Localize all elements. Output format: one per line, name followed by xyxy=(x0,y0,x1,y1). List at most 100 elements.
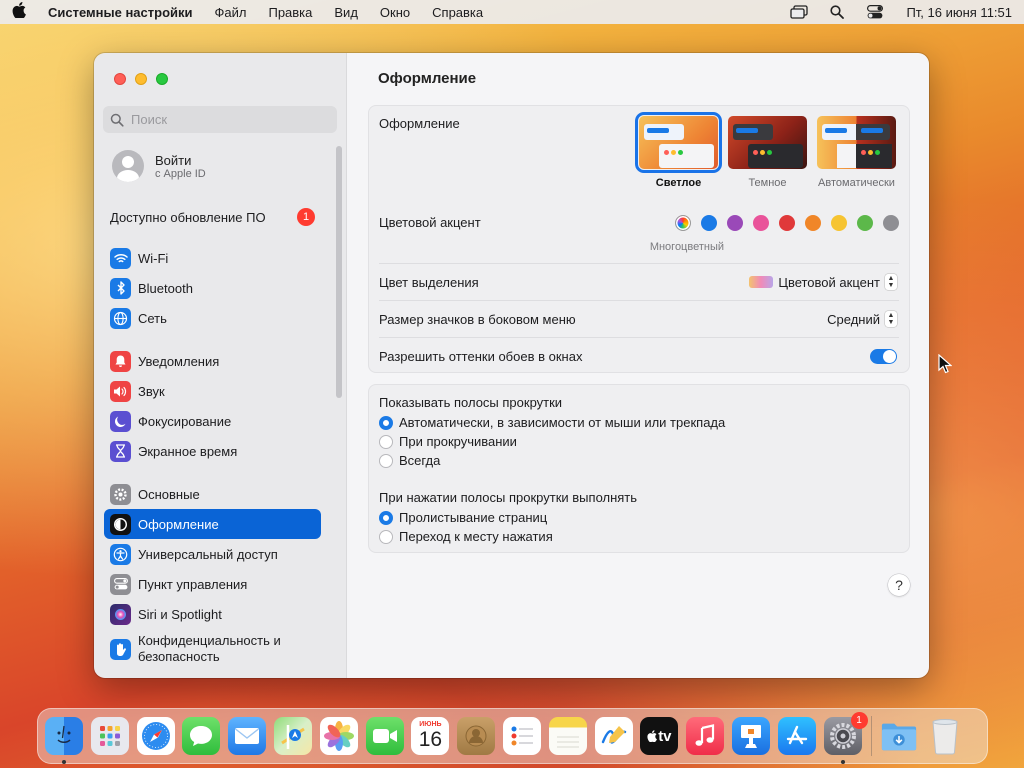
dock-app-store[interactable] xyxy=(777,717,816,755)
window-controls xyxy=(114,73,177,85)
dock-downloads-folder[interactable] xyxy=(880,717,918,755)
app-store-icon xyxy=(786,725,807,745)
scrollbars-option-always[interactable]: Всегда xyxy=(379,451,899,470)
dock-contacts[interactable] xyxy=(457,717,496,755)
dock-photos[interactable] xyxy=(319,717,358,755)
screen-mirroring-icon[interactable] xyxy=(790,5,809,19)
wifi-icon xyxy=(110,247,131,269)
sidebar-item-notifications[interactable]: Уведомления xyxy=(104,346,321,376)
dock-music[interactable] xyxy=(686,717,725,755)
scrollbars-option-auto[interactable]: Автоматически, в зависимости от мыши или… xyxy=(379,413,899,432)
appearance-options: Светлое Темное Автоматически xyxy=(632,112,899,189)
dock-freeform[interactable] xyxy=(594,717,633,755)
menu-view[interactable]: Вид xyxy=(334,5,358,20)
mail-icon xyxy=(235,728,260,744)
appearance-icon xyxy=(110,513,131,535)
scrollbars-option-scrolling[interactable]: При прокручивании xyxy=(379,432,899,451)
accent-yellow[interactable] xyxy=(831,215,847,231)
sidebar-item-accessibility[interactable]: Универсальный доступ xyxy=(104,539,321,569)
dock-reminders[interactable] xyxy=(502,717,541,755)
sidebar-item-general[interactable]: Основные xyxy=(104,479,321,509)
menu-help[interactable]: Справка xyxy=(432,5,483,20)
dock-keynote[interactable] xyxy=(731,717,770,755)
sidebar-item-appearance[interactable]: Оформление xyxy=(104,509,321,539)
update-badge: 1 xyxy=(297,208,315,226)
sidebar-item-control-center[interactable]: Пункт управления xyxy=(104,569,321,599)
click-option-jump[interactable]: Переход к месту нажатия xyxy=(379,527,899,546)
accent-multicolor[interactable] xyxy=(675,215,691,231)
dock-finder[interactable] xyxy=(45,717,83,764)
dock-trash[interactable] xyxy=(926,717,964,755)
dock-system-settings[interactable]: 1 xyxy=(823,712,868,764)
keynote-icon xyxy=(740,725,761,748)
menubar-clock[interactable]: Пт, 16 июня 11:51 xyxy=(906,5,1012,20)
auto-thumbnail xyxy=(817,116,896,169)
minimize-button[interactable] xyxy=(135,73,147,85)
menu-file[interactable]: Файл xyxy=(215,5,247,20)
apple-id-signin[interactable]: Войти с Apple ID xyxy=(112,150,206,182)
sidebar-item-focus[interactable]: Фокусирование xyxy=(104,406,321,436)
highlight-color-popup[interactable]: Цветовой акцент ▲ ▼ xyxy=(749,274,897,290)
radio-unselected xyxy=(379,453,393,468)
search-icon xyxy=(110,113,124,127)
light-option-label: Светлое xyxy=(655,177,702,189)
sidebar-item-privacy[interactable]: Конфиденциальность и безопасность xyxy=(104,629,321,669)
divider xyxy=(379,300,899,301)
sidebar-item-bluetooth[interactable]: Bluetooth xyxy=(104,273,321,303)
accent-green[interactable] xyxy=(857,215,873,231)
avatar xyxy=(112,150,144,182)
accent-pink[interactable] xyxy=(753,215,769,231)
updown-chevron-icon: ▲ ▼ xyxy=(885,274,897,290)
menu-edit[interactable]: Правка xyxy=(268,5,312,20)
close-button[interactable] xyxy=(114,73,126,85)
nav-group-network: Wi-Fi Bluetooth Сеть xyxy=(104,243,321,333)
click-option-next-page[interactable]: Пролистывание страниц xyxy=(379,508,899,527)
icon-size-popup[interactable]: Средний ▲ ▼ xyxy=(827,311,897,327)
software-update-item[interactable]: Доступно обновление ПО 1 xyxy=(110,208,315,226)
finder-icon xyxy=(57,725,71,743)
highlight-value: Цветовой акцент xyxy=(778,274,880,290)
dock-tv[interactable]: tv xyxy=(640,717,679,755)
appearance-option-dark[interactable]: Темное xyxy=(725,116,810,189)
accent-color-picker xyxy=(665,215,899,231)
appearance-option-auto[interactable]: Автоматически xyxy=(814,116,899,189)
sidebar-item-sound[interactable]: Звук xyxy=(104,376,321,406)
sidebar-item-wifi[interactable]: Wi-Fi xyxy=(104,243,321,273)
wallpaper-tint-toggle[interactable] xyxy=(870,349,897,364)
sidebar-item-network[interactable]: Сеть xyxy=(104,303,321,333)
bluetooth-icon xyxy=(110,277,131,299)
folder-icon xyxy=(882,723,917,751)
software-update-label: Доступно обновление ПО xyxy=(110,209,266,225)
search-input[interactable]: Поиск xyxy=(103,106,337,133)
sidebar-item-screen-time[interactable]: Экранное время xyxy=(104,436,321,466)
sidebar-item-label: Конфиденциальность и безопасность xyxy=(138,633,281,664)
sidebar-item-label: Фокусирование xyxy=(138,413,232,429)
dock-messages[interactable] xyxy=(182,717,221,755)
dock-launchpad[interactable] xyxy=(90,717,129,755)
spotlight-search-icon[interactable] xyxy=(828,5,846,19)
menu-app-name[interactable]: Системные настройки xyxy=(48,5,193,20)
notes-icon xyxy=(556,736,579,748)
appearance-option-light[interactable]: Светлое xyxy=(635,112,722,189)
accent-red[interactable] xyxy=(779,215,795,231)
sidebar-scrollbar[interactable] xyxy=(336,146,342,398)
dock-mail[interactable] xyxy=(228,717,267,755)
accent-orange[interactable] xyxy=(805,215,821,231)
photos-icon xyxy=(323,721,354,751)
dock-facetime[interactable] xyxy=(365,717,404,755)
dock-calendar[interactable]: ИЮНЬ 16 xyxy=(411,717,450,755)
dock-safari[interactable] xyxy=(136,717,175,755)
accent-purple[interactable] xyxy=(727,215,743,231)
apple-menu-icon[interactable] xyxy=(12,2,34,22)
zoom-button[interactable] xyxy=(156,73,168,85)
accent-graphite[interactable] xyxy=(883,215,899,231)
dock-notes[interactable] xyxy=(548,717,587,755)
dock-maps[interactable] xyxy=(273,717,312,755)
moon-icon xyxy=(110,410,131,432)
sidebar-item-siri[interactable]: Siri и Spotlight xyxy=(104,599,321,629)
dark-thumbnail xyxy=(728,116,807,169)
control-center-icon[interactable] xyxy=(866,5,884,19)
help-button[interactable]: ? xyxy=(888,574,910,596)
accent-blue[interactable] xyxy=(701,215,717,231)
menu-window[interactable]: Окно xyxy=(380,5,410,20)
